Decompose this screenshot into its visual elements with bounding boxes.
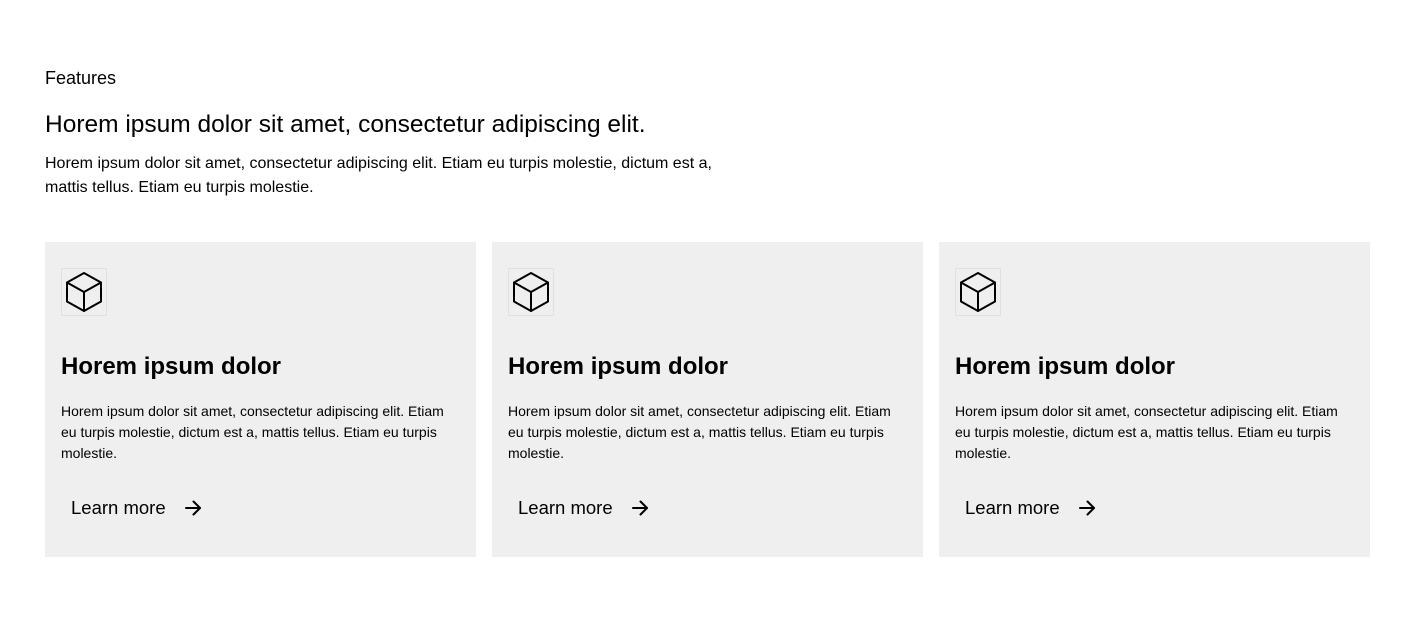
learn-more-button[interactable]: Learn more (955, 491, 1106, 525)
section-description: Horem ipsum dolor sit amet, consectetur … (45, 155, 712, 196)
learn-more-button[interactable]: Learn more (61, 491, 212, 525)
feature-card: Horem ipsum dolor Horem ipsum dolor sit … (45, 242, 476, 557)
arrow-right-icon (631, 499, 649, 517)
section-eyebrow: Features (45, 68, 117, 88)
learn-more-button[interactable]: Learn more (508, 491, 659, 525)
card-description: Horem ipsum dolor sit amet, consectetur … (61, 403, 444, 461)
feature-cards: Horem ipsum dolor Horem ipsum dolor sit … (45, 242, 1370, 557)
card-description: Horem ipsum dolor sit amet, consectetur … (508, 403, 891, 461)
cube-icon (61, 268, 107, 316)
arrow-right-icon (184, 499, 202, 517)
section-headline: Horem ipsum dolor sit amet, consectetur … (45, 111, 646, 138)
card-title: Horem ipsum dolor (61, 353, 282, 380)
learn-more-label: Learn more (518, 497, 613, 518)
learn-more-label: Learn more (71, 497, 166, 518)
cube-icon (955, 268, 1001, 316)
card-title: Horem ipsum dolor (508, 353, 729, 380)
feature-card: Horem ipsum dolor Horem ipsum dolor sit … (939, 242, 1370, 557)
cube-icon (508, 268, 554, 316)
feature-card: Horem ipsum dolor Horem ipsum dolor sit … (492, 242, 923, 557)
card-description: Horem ipsum dolor sit amet, consectetur … (955, 403, 1338, 461)
card-title: Horem ipsum dolor (955, 353, 1176, 380)
learn-more-label: Learn more (965, 497, 1060, 518)
arrow-right-icon (1078, 499, 1096, 517)
